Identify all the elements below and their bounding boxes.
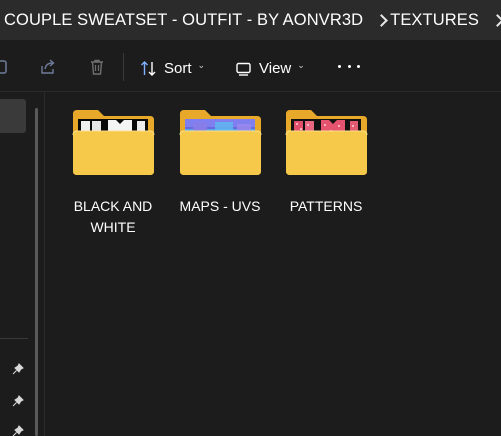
- toolbar-divider: [123, 53, 124, 81]
- folder-item[interactable]: PATTERNS: [276, 105, 376, 245]
- folder-name: BLACK AND WHITE: [73, 198, 153, 235]
- nav-divider: [0, 338, 28, 339]
- breadcrumb-item-textures[interactable]: TEXTURES: [390, 11, 479, 30]
- folder-item[interactable]: BLACK AND WHITE: [63, 105, 163, 245]
- folder-icon: [285, 110, 368, 175]
- folder-name: PATTERNS: [289, 198, 363, 214]
- navigation-pane: [0, 92, 34, 436]
- breadcrumb: COUPLE SWEATSET - OUTFIT - BY AONVR3D TE…: [0, 0, 501, 40]
- chevron-down-icon: ⌄: [197, 59, 206, 70]
- pin-icon[interactable]: [12, 395, 24, 407]
- folder-name: MAPS - UVS: [179, 198, 261, 214]
- folder-item[interactable]: MAPS - UVS: [170, 105, 270, 245]
- folder-icon: [179, 110, 262, 175]
- share-icon[interactable]: [39, 58, 57, 76]
- view-label: View: [259, 59, 292, 77]
- nav-item-selected[interactable]: [0, 99, 26, 133]
- file-list: BLACK AND WHITE MAPS - UVS PATTERNS: [45, 93, 501, 436]
- breadcrumb-item-outfit[interactable]: COUPLE SWEATSET - OUTFIT - BY AONVR3D: [4, 11, 363, 30]
- folder-icon: [72, 110, 155, 175]
- view-icon: [236, 62, 251, 76]
- sort-button[interactable]: Sort ⌄: [140, 55, 205, 81]
- nav-scrollbar[interactable]: [35, 108, 38, 436]
- view-button[interactable]: View ⌄: [235, 55, 305, 81]
- pin-icon[interactable]: [12, 425, 24, 436]
- pin-icon[interactable]: [12, 363, 24, 375]
- command-bar: Sort ⌄ View ⌄: [0, 40, 501, 92]
- sort-icon: [141, 60, 156, 76]
- delete-icon[interactable]: [88, 58, 106, 76]
- chevron-down-icon: ⌄: [297, 59, 305, 70]
- more-icon[interactable]: [338, 56, 360, 76]
- copy-icon[interactable]: [0, 58, 10, 76]
- sort-label: Sort: [164, 59, 192, 77]
